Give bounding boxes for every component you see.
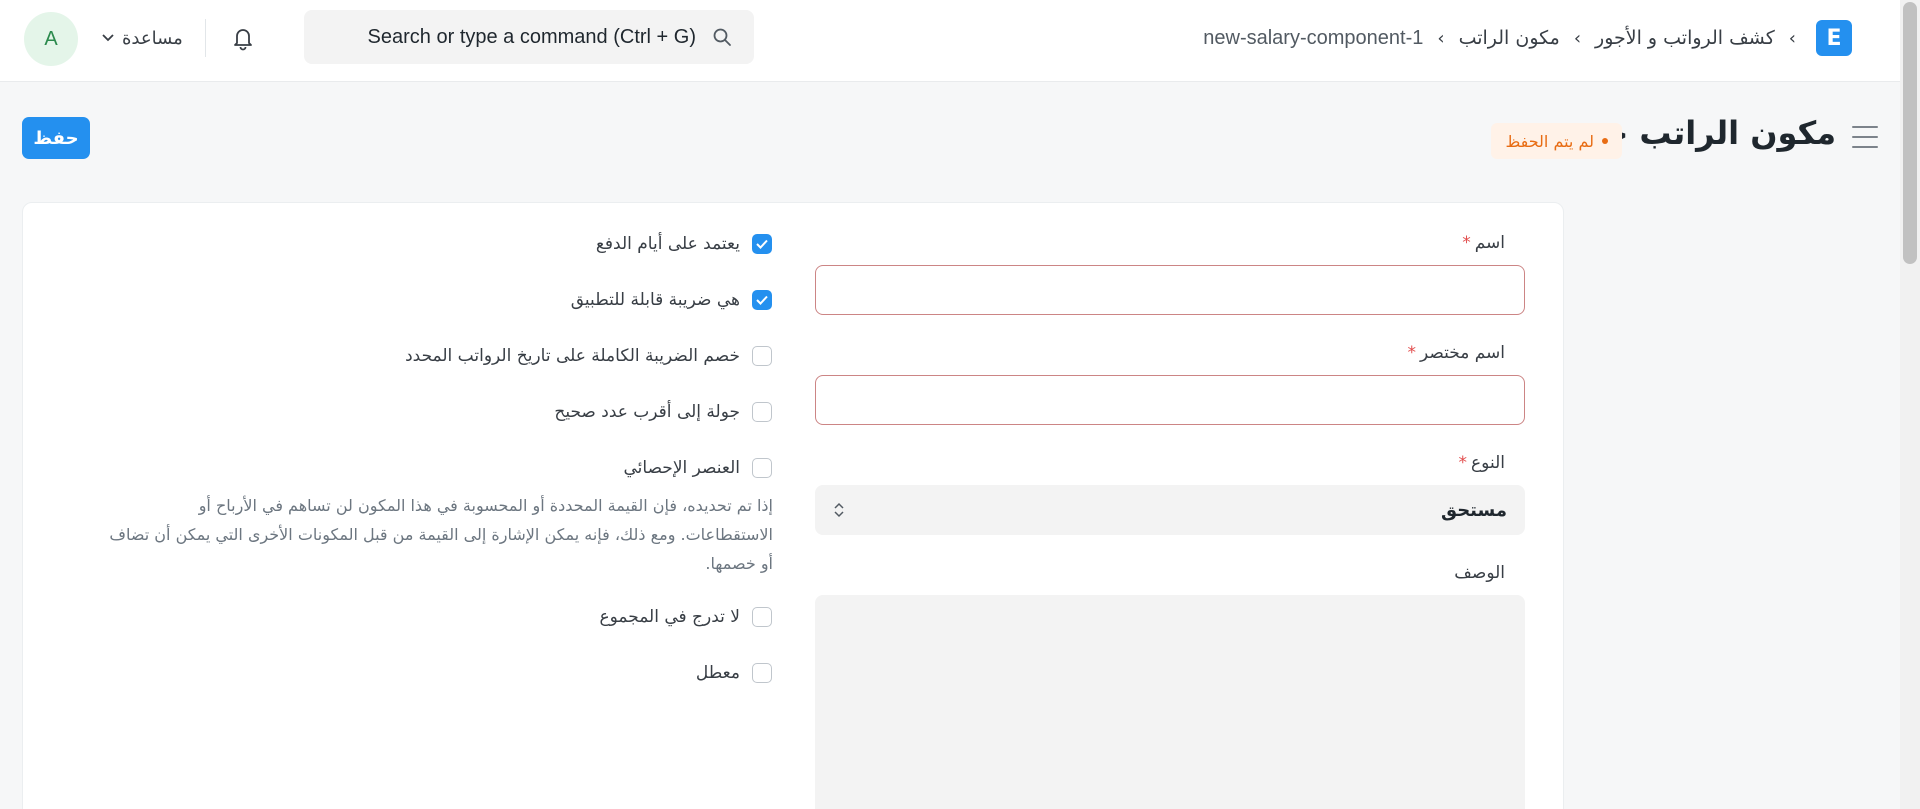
checkbox-round-to-nearest-integer[interactable]: جولة إلى أقرب عدد صحيح	[554, 399, 772, 425]
breadcrumb-current: new-salary-component-1	[1203, 26, 1424, 49]
checkbox-label: جولة إلى أقرب عدد صحيح	[554, 402, 740, 422]
checkbox-checked-icon[interactable]	[752, 290, 772, 310]
required-mark: *	[1462, 233, 1471, 253]
status-text: لم يتم الحفظ	[1505, 131, 1594, 151]
checkbox-unchecked-icon[interactable]	[752, 607, 772, 627]
navbar: E › كشف الرواتب و الأجور › مكون الراتب ›…	[0, 0, 1900, 82]
description-textarea[interactable]	[815, 595, 1525, 809]
abbr-label-text: اسم مختصر	[1419, 343, 1505, 363]
breadcrumb-payroll[interactable]: كشف الرواتب و الأجور	[1595, 27, 1775, 49]
abbr-label: اسم مختصر*	[1407, 343, 1505, 363]
breadcrumb-separator: ›	[1437, 27, 1445, 49]
chevron-down-icon	[102, 31, 114, 45]
checkbox-deduct-full-tax[interactable]: خصم الضريبة الكاملة على تاريخ الرواتب ال…	[405, 343, 772, 369]
checkbox-statistical-component[interactable]: العنصر الإحصائي	[623, 455, 772, 481]
type-select-value: مستحق	[1440, 499, 1507, 521]
checkbox-checked-icon[interactable]	[752, 234, 772, 254]
avatar[interactable]: A	[24, 12, 78, 66]
search-icon	[712, 26, 734, 48]
name-input[interactable]	[815, 265, 1525, 315]
checkbox-label: معطل	[695, 663, 740, 683]
awesome-bar	[304, 10, 754, 64]
checkbox-unchecked-icon[interactable]	[752, 663, 772, 683]
select-arrows-icon	[833, 501, 845, 519]
checkbox-disabled[interactable]: معطل	[696, 660, 772, 686]
statistical-help-text: إذا تم تحديده، فإن القيمة المحددة أو الم…	[109, 496, 773, 573]
name-label-text: اسم	[1474, 233, 1505, 253]
nav-divider	[205, 19, 206, 57]
checkbox-label: العنصر الإحصائي	[623, 458, 740, 478]
breadcrumb-separator: ›	[1573, 27, 1582, 49]
checkbox-unchecked-icon[interactable]	[752, 458, 772, 478]
description-label: الوصف	[1454, 563, 1505, 583]
checkbox-label: لا تدرج في المجموع	[599, 607, 741, 627]
breadcrumb-separator: ›	[1788, 27, 1796, 49]
checkbox-do-not-include-in-total[interactable]: لا تدرج في المجموع	[599, 604, 772, 630]
type-label-text: النوع	[1471, 453, 1505, 473]
save-button[interactable]: حفظ	[22, 117, 90, 159]
bell-icon[interactable]	[228, 22, 258, 54]
checkbox-label: خصم الضريبة الكاملة على تاريخ الرواتب ال…	[405, 346, 740, 366]
checkbox-label: يعتمد على أيام الدفع	[595, 234, 740, 254]
checkbox-unchecked-icon[interactable]	[752, 346, 772, 366]
help-dropdown[interactable]: مساعدة	[102, 24, 183, 52]
type-select[interactable]: مستحق	[815, 485, 1525, 535]
search-input[interactable]	[356, 25, 696, 49]
name-label: اسم*	[1462, 233, 1505, 253]
checkbox-label: هي ضريبة قابلة للتطبيق	[570, 290, 740, 310]
breadcrumb: › كشف الرواتب و الأجور › مكون الراتب › n…	[1203, 22, 1796, 54]
breadcrumb-salary-component[interactable]: مكون الراتب	[1459, 27, 1560, 49]
description-label-text: الوصف	[1454, 563, 1505, 583]
checkbox-depends-on-payment-days[interactable]: يعتمد على أيام الدفع	[596, 231, 772, 257]
checkbox-unchecked-icon[interactable]	[752, 402, 772, 422]
scrollbar-thumb[interactable]	[1903, 2, 1917, 264]
required-mark: *	[1407, 343, 1416, 363]
help-label: مساعدة	[122, 27, 183, 49]
type-label: النوع*	[1459, 453, 1505, 473]
abbr-input[interactable]	[815, 375, 1525, 425]
page-scrollbar[interactable]	[1900, 0, 1920, 809]
sidebar-toggle-icon[interactable]	[1852, 126, 1878, 148]
form-card: اسم* اسم مختصر* النوع* مستحق الوصف يعتمد…	[22, 202, 1564, 809]
status-dot-icon	[1602, 138, 1608, 144]
checkbox-is-tax-applicable[interactable]: هي ضريبة قابلة للتطبيق	[571, 287, 772, 313]
required-mark: *	[1458, 453, 1468, 473]
app-logo[interactable]: E	[1816, 20, 1852, 56]
status-badge: لم يتم الحفظ	[1491, 123, 1622, 159]
